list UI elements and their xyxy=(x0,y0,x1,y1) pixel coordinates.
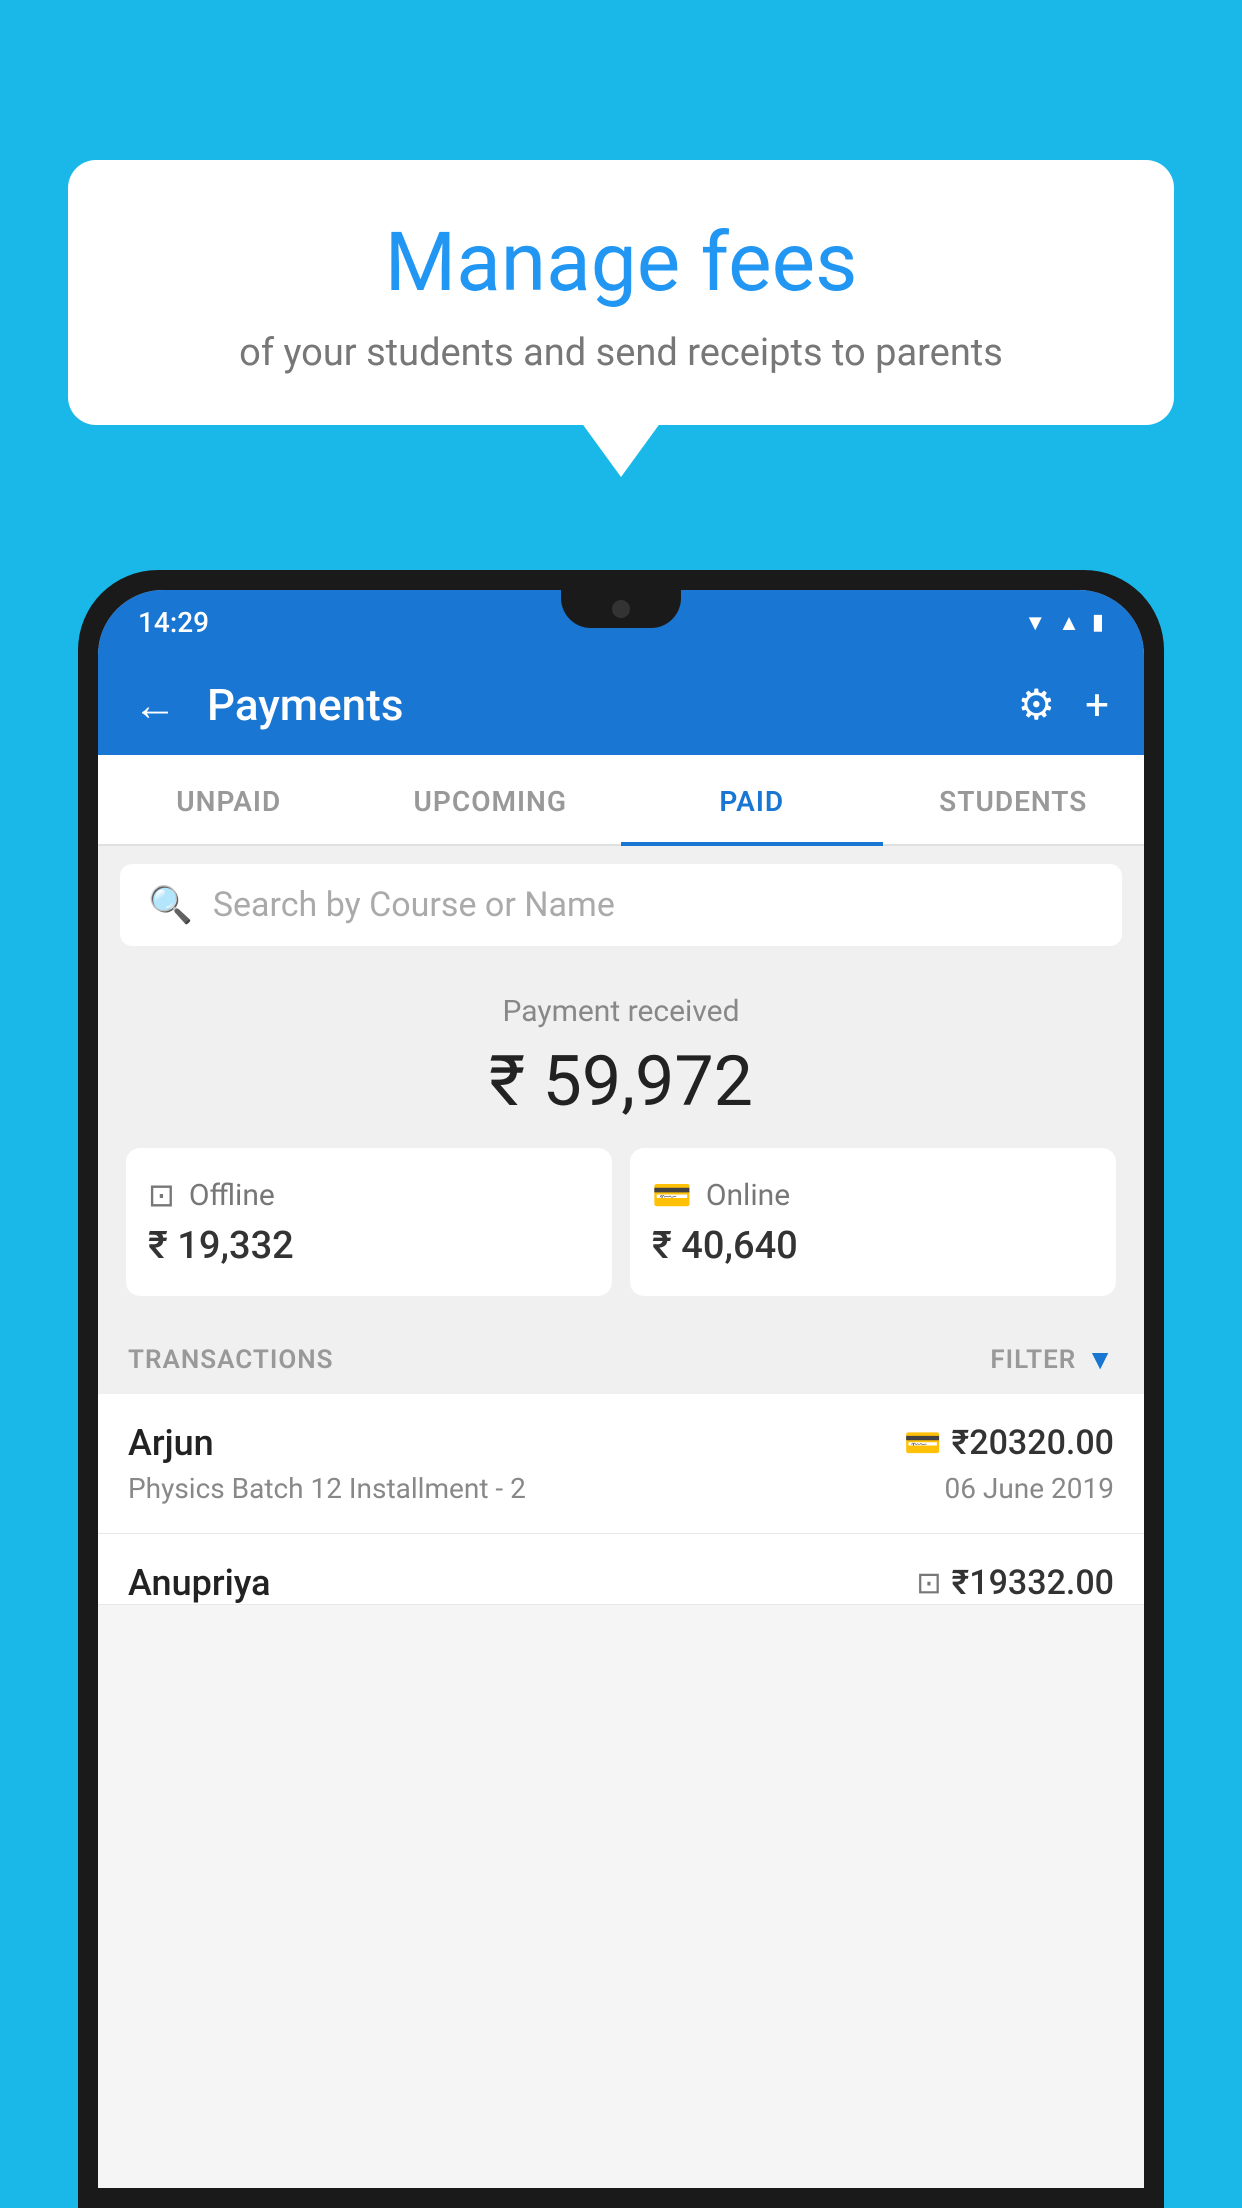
transaction-main-2: Anupriya ⊡ ₹19332.00 xyxy=(128,1562,1114,1604)
phone-frame: 14:29 ▼ ▲ ▮ ← Payments ⚙ + UNPAID UPCOMI… xyxy=(78,570,1164,2208)
transaction-amount-container-2: ⊡ ₹19332.00 xyxy=(916,1563,1114,1603)
settings-icon[interactable]: ⚙ xyxy=(1018,680,1056,730)
online-icon: 💳 xyxy=(652,1176,692,1214)
transaction-sub-1: Physics Batch 12 Installment - 2 06 June… xyxy=(128,1472,1114,1505)
search-icon: 🔍 xyxy=(148,884,193,926)
app-bar-title: Payments xyxy=(207,679,988,731)
status-icons: ▼ ▲ ▮ xyxy=(1024,610,1104,636)
filter-container[interactable]: FILTER ▼ xyxy=(990,1343,1114,1376)
payment-received-label: Payment received xyxy=(118,994,1124,1029)
online-header: 💳 Online xyxy=(652,1176,790,1214)
phone-screen: 14:29 ▼ ▲ ▮ ← Payments ⚙ + UNPAID UPCOMI… xyxy=(98,590,1144,2188)
speech-bubble: Manage fees of your students and send re… xyxy=(68,160,1174,425)
notch xyxy=(561,590,681,628)
offline-card: ⊡ Offline ₹ 19,332 xyxy=(126,1148,612,1296)
camera xyxy=(612,600,630,618)
tab-students[interactable]: STUDENTS xyxy=(883,755,1145,844)
status-bar: 14:29 ▼ ▲ ▮ xyxy=(98,590,1144,655)
offline-label: Offline xyxy=(189,1178,275,1213)
transaction-amount-2: ₹19332.00 xyxy=(952,1563,1114,1603)
offline-header: ⊡ Offline xyxy=(148,1176,275,1214)
offline-amount: ₹ 19,332 xyxy=(148,1224,294,1268)
search-bar[interactable]: 🔍 Search by Course or Name xyxy=(120,864,1122,946)
transaction-row[interactable]: Arjun 💳 ₹20320.00 Physics Batch 12 Insta… xyxy=(98,1394,1144,1534)
transaction-row-2[interactable]: Anupriya ⊡ ₹19332.00 xyxy=(98,1534,1144,1605)
transaction-date-1: 06 June 2019 xyxy=(944,1472,1114,1505)
wifi-icon: ▼ xyxy=(1024,610,1046,636)
add-icon[interactable]: + xyxy=(1085,681,1109,730)
tab-upcoming[interactable]: UPCOMING xyxy=(360,755,622,844)
payment-total-amount: ₹ 59,972 xyxy=(118,1041,1124,1123)
payment-summary: Payment received ₹ 59,972 ⊡ Offline ₹ 19… xyxy=(98,964,1144,1321)
filter-icon: ▼ xyxy=(1086,1343,1114,1376)
filter-label: FILTER xyxy=(990,1345,1076,1375)
payment-cards: ⊡ Offline ₹ 19,332 💳 Online ₹ 40,640 xyxy=(126,1148,1116,1296)
battery-icon: ▮ xyxy=(1092,610,1104,635)
bubble-subtitle: of your students and send receipts to pa… xyxy=(118,331,1124,375)
search-container: 🔍 Search by Course or Name xyxy=(98,846,1144,964)
transaction-amount-container-1: 💳 ₹20320.00 xyxy=(904,1423,1114,1463)
app-bar: ← Payments ⚙ + xyxy=(98,655,1144,755)
tab-paid[interactable]: PAID xyxy=(621,755,883,844)
transactions-label: TRANSACTIONS xyxy=(128,1345,334,1375)
back-button[interactable]: ← xyxy=(133,679,177,731)
online-label: Online xyxy=(706,1178,790,1213)
status-time: 14:29 xyxy=(138,606,209,639)
bubble-title: Manage fees xyxy=(118,215,1124,311)
online-card: 💳 Online ₹ 40,640 xyxy=(630,1148,1116,1296)
transaction-name-2: Anupriya xyxy=(128,1562,271,1604)
transaction-main-1: Arjun 💳 ₹20320.00 xyxy=(128,1422,1114,1464)
offline-icon: ⊡ xyxy=(148,1176,175,1214)
app-bar-icons: ⚙ + xyxy=(1018,680,1110,730)
card-payment-icon-1: 💳 xyxy=(904,1426,941,1461)
tabs-bar: UNPAID UPCOMING PAID STUDENTS xyxy=(98,755,1144,846)
transaction-name-1: Arjun xyxy=(128,1422,214,1464)
transaction-amount-1: ₹20320.00 xyxy=(952,1423,1114,1463)
signal-icon: ▲ xyxy=(1058,610,1080,636)
cash-payment-icon-2: ⊡ xyxy=(916,1566,941,1601)
tab-unpaid[interactable]: UNPAID xyxy=(98,755,360,844)
transaction-course-1: Physics Batch 12 Installment - 2 xyxy=(128,1472,526,1505)
online-amount: ₹ 40,640 xyxy=(652,1224,798,1268)
transactions-header: TRANSACTIONS FILTER ▼ xyxy=(98,1321,1144,1394)
search-placeholder: Search by Course or Name xyxy=(213,885,615,925)
